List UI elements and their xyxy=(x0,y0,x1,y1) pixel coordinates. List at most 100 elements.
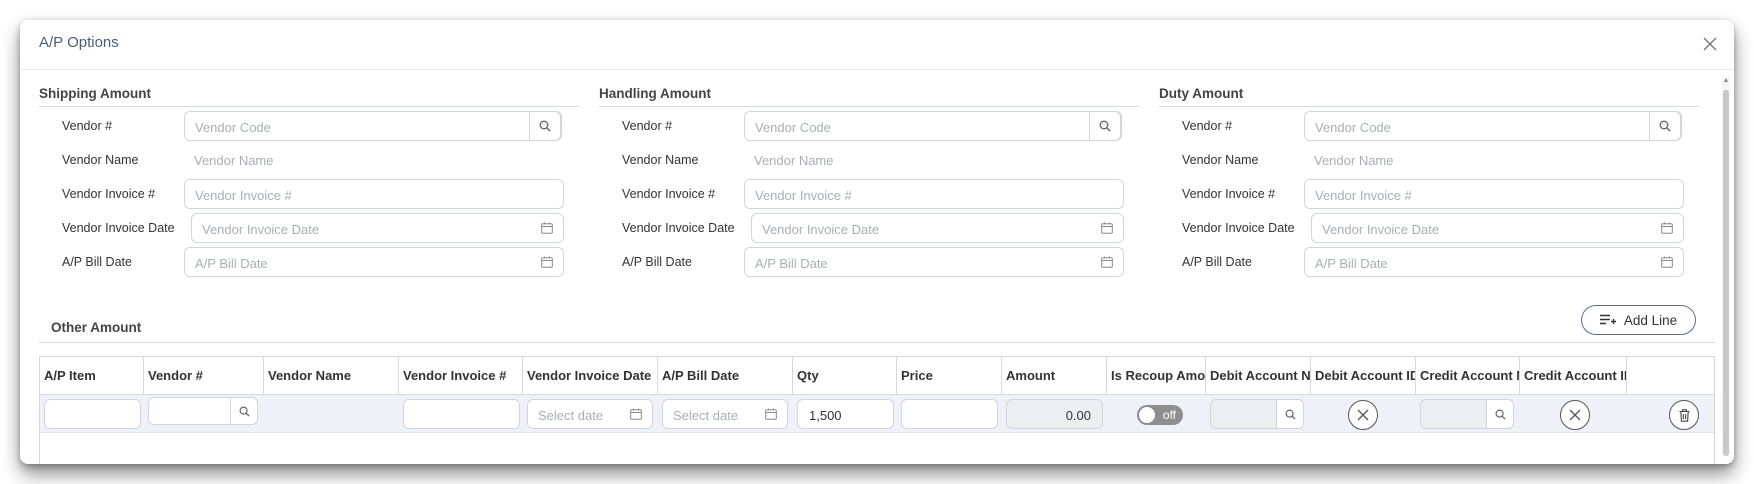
vendor-label: Vendor # xyxy=(622,119,673,133)
vendor-row: Vendor # Vendor Code xyxy=(39,111,579,141)
row-credit-account-input[interactable] xyxy=(1420,399,1514,429)
calendar-icon[interactable] xyxy=(1101,222,1113,234)
vendor-label: Vendor # xyxy=(62,119,113,133)
ap-bill-date-input[interactable]: A/P Bill Date xyxy=(184,247,564,277)
column-header-is-recoup[interactable]: Is Recoup Amount xyxy=(1107,357,1206,395)
row-vendor-input[interactable] xyxy=(148,397,258,425)
vendor-invoice-date-input[interactable]: Vendor Invoice Date xyxy=(191,213,564,243)
vendor-invoice-row: Vendor Invoice # Vendor Invoice # xyxy=(39,179,579,209)
calendar-icon[interactable] xyxy=(765,408,777,420)
modal-header: A/P Options xyxy=(20,20,1734,70)
ap-bill-date-label: A/P Bill Date xyxy=(622,255,692,269)
vendor-search-button[interactable] xyxy=(1649,111,1681,141)
close-icon xyxy=(1703,37,1717,51)
grid-header: A/P Item Vendor # Vendor Name Vendor Inv… xyxy=(40,357,1714,395)
shipping-amount-section: Shipping Amount Vendor # Vendor Code Ven… xyxy=(39,86,579,277)
vendor-invoice-date-input[interactable]: Vendor Invoice Date xyxy=(1311,213,1684,243)
debit-account-search-button[interactable] xyxy=(1276,399,1304,429)
vendor-invoice-date-label: Vendor Invoice Date xyxy=(622,221,735,235)
row-qty-input[interactable]: 1,500 xyxy=(797,399,894,429)
vendor-invoice-placeholder: Vendor Invoice # xyxy=(195,188,292,203)
vendor-invoice-input[interactable]: Vendor Invoice # xyxy=(1304,179,1684,209)
vendor-label: Vendor # xyxy=(1182,119,1233,133)
vendor-invoice-label: Vendor Invoice # xyxy=(62,187,156,201)
clear-debit-account-button[interactable] xyxy=(1348,400,1378,430)
ap-bill-date-placeholder: A/P Bill Date xyxy=(1315,256,1388,271)
section-title: Handling Amount xyxy=(599,86,711,101)
duty-amount-section: Duty Amount Vendor # Vendor Code Vendor … xyxy=(1159,86,1699,277)
calendar-icon[interactable] xyxy=(1661,222,1673,234)
ap-bill-date-input[interactable]: A/P Bill Date xyxy=(1304,247,1684,277)
column-header-credit-account-name[interactable]: Credit Account Name xyxy=(1416,357,1520,395)
column-header-vendor-invoice-date[interactable]: Vendor Invoice Date xyxy=(523,357,658,395)
vendor-invoice-placeholder: Vendor Invoice # xyxy=(1315,188,1412,203)
vertical-scrollbar[interactable]: ▲ xyxy=(1722,76,1730,456)
add-line-button[interactable]: Add Line xyxy=(1581,305,1696,335)
column-header-debit-account-name[interactable]: Debit Account Name xyxy=(1206,357,1311,395)
handling-amount-section: Handling Amount Vendor # Vendor Code Ven… xyxy=(599,86,1139,277)
scroll-up-arrow-icon[interactable]: ▲ xyxy=(1722,76,1730,86)
calendar-icon[interactable] xyxy=(630,408,642,420)
vendor-invoice-date-row: Vendor Invoice Date Vendor Invoice Date xyxy=(1159,213,1699,243)
section-divider xyxy=(599,106,1139,107)
column-header-amount[interactable]: Amount xyxy=(1002,357,1107,395)
calendar-icon[interactable] xyxy=(541,222,553,234)
vendor-name-label: Vendor Name xyxy=(622,153,699,167)
column-header-ap-item[interactable]: A/P Item xyxy=(40,357,144,395)
search-icon xyxy=(1659,120,1671,132)
ap-item-input[interactable] xyxy=(44,399,141,429)
row-debit-account-input[interactable] xyxy=(1210,399,1304,429)
vendor-invoice-row: Vendor Invoice # Vendor Invoice # xyxy=(599,179,1139,209)
search-icon xyxy=(539,120,551,132)
ap-bill-date-input[interactable]: A/P Bill Date xyxy=(744,247,1124,277)
vendor-invoice-date-row: Vendor Invoice Date Vendor Invoice Date xyxy=(39,213,579,243)
column-header-price[interactable]: Price xyxy=(897,357,1002,395)
column-header-ap-bill-date[interactable]: A/P Bill Date xyxy=(658,357,793,395)
vendor-invoice-date-placeholder: Vendor Invoice Date xyxy=(762,222,880,237)
column-header-vendor-name[interactable]: Vendor Name xyxy=(264,357,399,395)
vendor-invoice-placeholder: Vendor Invoice # xyxy=(755,188,852,203)
column-header-vendor[interactable]: Vendor # xyxy=(144,357,264,395)
vendor-invoice-input[interactable]: Vendor Invoice # xyxy=(744,179,1124,209)
vendor-code-placeholder: Vendor Code xyxy=(195,120,271,135)
column-header-debit-account-id[interactable]: Debit Account ID xyxy=(1311,357,1416,395)
row-price-input[interactable] xyxy=(901,399,998,429)
clear-credit-account-button[interactable] xyxy=(1560,400,1590,430)
calendar-icon[interactable] xyxy=(1661,256,1673,268)
row-ap-bill-date-input[interactable]: Select date xyxy=(662,399,788,429)
vendor-invoice-label: Vendor Invoice # xyxy=(622,187,716,201)
add-line-icon xyxy=(1599,314,1616,325)
vendor-search-button[interactable] xyxy=(1089,111,1121,141)
scrollbar-thumb[interactable] xyxy=(1723,90,1729,456)
ap-bill-date-row: A/P Bill Date A/P Bill Date xyxy=(599,247,1139,277)
is-recoup-toggle[interactable]: off xyxy=(1137,405,1183,425)
vendor-invoice-row: Vendor Invoice # Vendor Invoice # xyxy=(1159,179,1699,209)
toggle-label: off xyxy=(1162,408,1176,422)
column-header-credit-account-id[interactable]: Credit Account ID xyxy=(1520,357,1627,395)
vendor-name-row: Vendor Name Vendor Name xyxy=(1159,145,1699,175)
vendor-code-input[interactable]: Vendor Code xyxy=(184,111,562,141)
ap-bill-date-placeholder: A/P Bill Date xyxy=(755,256,828,271)
search-icon xyxy=(1285,409,1296,420)
vendor-code-input[interactable]: Vendor Code xyxy=(1304,111,1682,141)
vendor-invoice-input[interactable]: Vendor Invoice # xyxy=(184,179,564,209)
calendar-icon[interactable] xyxy=(1101,256,1113,268)
vendor-invoice-date-input[interactable]: Vendor Invoice Date xyxy=(751,213,1124,243)
column-header-vendor-invoice[interactable]: Vendor Invoice # xyxy=(399,357,523,395)
row-vendor-search-button[interactable] xyxy=(230,397,258,425)
row-vendor-invoice-input[interactable] xyxy=(403,399,520,429)
vendor-code-placeholder: Vendor Code xyxy=(755,120,831,135)
credit-account-search-button[interactable] xyxy=(1486,399,1514,429)
vendor-name-value: Vendor Name xyxy=(754,153,834,168)
section-divider xyxy=(1159,106,1699,107)
ap-options-modal: A/P Options ▲ Shipping Amount Vendor # V… xyxy=(20,20,1734,464)
calendar-icon[interactable] xyxy=(541,256,553,268)
vendor-search-button[interactable] xyxy=(529,111,561,141)
column-header-qty[interactable]: Qty xyxy=(793,357,897,395)
close-button[interactable] xyxy=(1696,30,1724,58)
row-vendor-invoice-date-input[interactable]: Select date xyxy=(527,399,653,429)
vendor-name-row: Vendor Name Vendor Name xyxy=(39,145,579,175)
vendor-code-input[interactable]: Vendor Code xyxy=(744,111,1122,141)
delete-row-button[interactable] xyxy=(1669,400,1699,430)
row-amount-value: 0.00 xyxy=(1065,408,1091,423)
